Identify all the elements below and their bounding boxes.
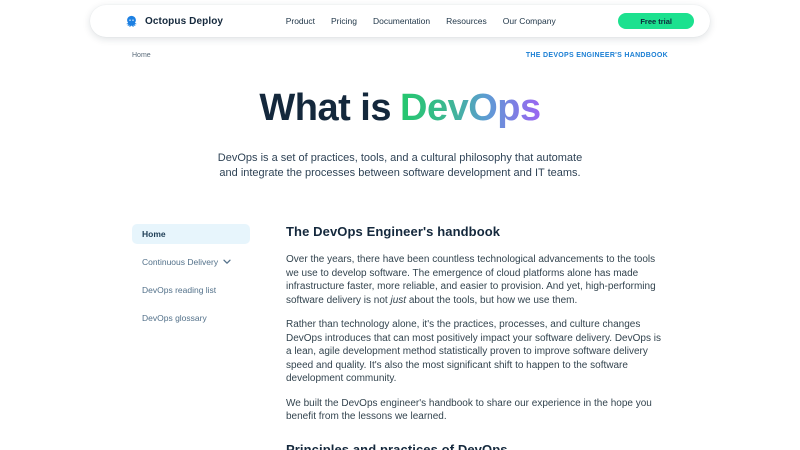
nav-item-documentation[interactable]: Documentation [373, 16, 430, 26]
nav-item-resources[interactable]: Resources [446, 16, 487, 26]
emphasized-word: just [391, 295, 407, 306]
sidebar-item-label: DevOps glossary [142, 313, 207, 323]
sidebar-item-devops-reading-list[interactable]: DevOps reading list [132, 280, 250, 300]
page-title-prefix: What is [259, 87, 400, 129]
article-heading-principles: Principles and practices of DevOps [286, 442, 668, 450]
sidebar-item-label: Home [142, 229, 166, 239]
logo-text: Octopus Deploy [145, 16, 223, 27]
breadcrumb-row: Home THE DEVOPS ENGINEER'S HANDBOOK [132, 52, 668, 59]
hero-section: What isDevOps DevOps is a set of practic… [0, 87, 800, 180]
content-area: Home Continuous Delivery DevOps reading … [132, 224, 668, 450]
sidebar-item-devops-glossary[interactable]: DevOps glossary [132, 308, 250, 328]
page-title: What isDevOps [0, 87, 800, 130]
sidebar-item-home[interactable]: Home [132, 224, 250, 244]
article-heading-handbook: The DevOps Engineer's handbook [286, 224, 668, 239]
site-header: Octopus Deploy Product Pricing Documenta… [0, 0, 800, 37]
handbook-series-link[interactable]: THE DEVOPS ENGINEER'S HANDBOOK [526, 52, 668, 59]
breadcrumb-home-link[interactable]: Home [132, 52, 151, 59]
main-nav: Product Pricing Documentation Resources … [286, 16, 556, 26]
chevron-down-icon [223, 259, 231, 265]
article-paragraph-1: Over the years, there have been countles… [286, 253, 668, 307]
sidebar-item-label: DevOps reading list [142, 285, 216, 295]
sidebar-item-continuous-delivery[interactable]: Continuous Delivery [132, 252, 250, 272]
nav-item-pricing[interactable]: Pricing [331, 16, 357, 26]
nav-item-our-company[interactable]: Our Company [503, 16, 556, 26]
article-paragraph-2: Rather than technology alone, it's the p… [286, 318, 668, 386]
hero-subtitle: DevOps is a set of practices, tools, and… [214, 151, 586, 180]
article-body: The DevOps Engineer's handbook Over the … [286, 224, 668, 450]
sidebar-item-label: Continuous Delivery [142, 257, 218, 267]
sidebar-nav: Home Continuous Delivery DevOps reading … [132, 224, 250, 450]
nav-item-product[interactable]: Product [286, 16, 315, 26]
octopus-logo-icon [124, 14, 139, 29]
article-paragraph-3: We built the DevOps engineer's handbook … [286, 397, 668, 424]
page-title-highlight: DevOps [400, 87, 541, 129]
octopus-deploy-logo[interactable]: Octopus Deploy [124, 14, 223, 29]
free-trial-button[interactable]: Free trial [618, 13, 694, 29]
navbar: Octopus Deploy Product Pricing Documenta… [90, 5, 710, 37]
